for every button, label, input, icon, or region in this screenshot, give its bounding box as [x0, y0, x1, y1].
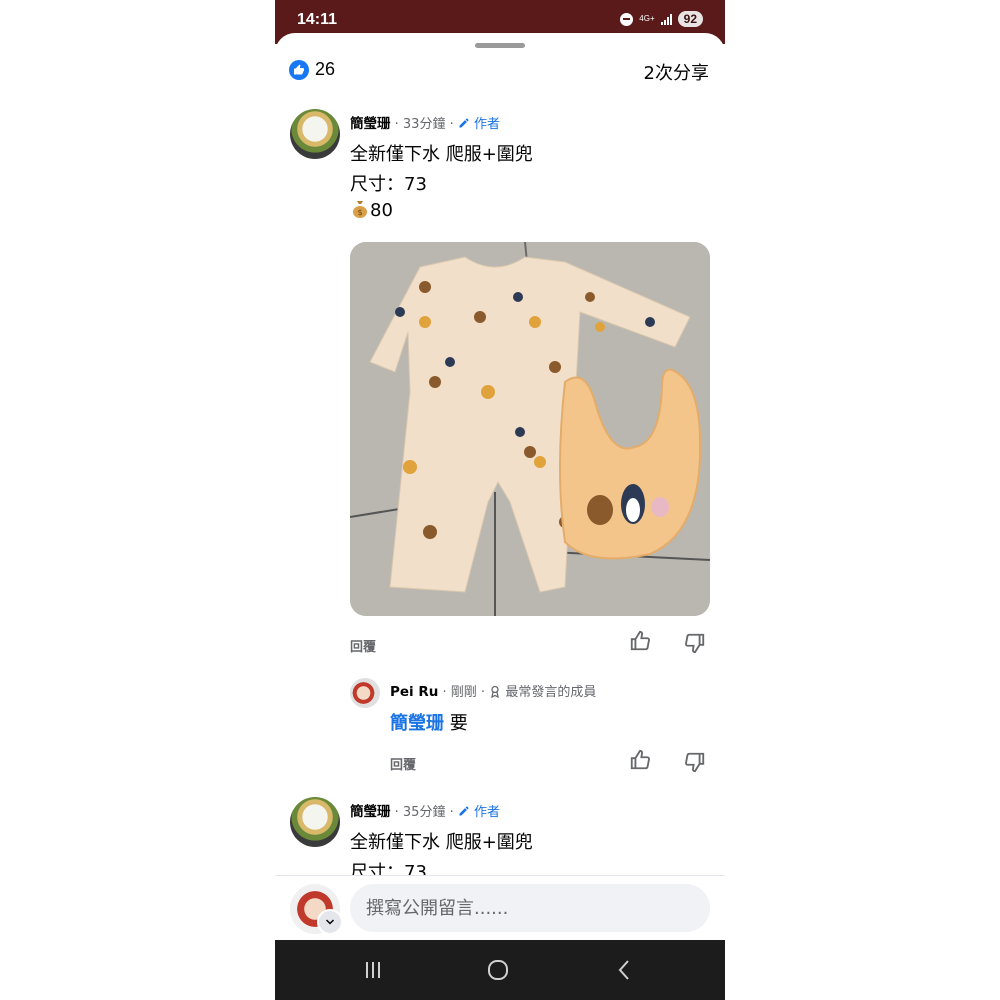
comment-time: · 35分鐘 ·: [394, 805, 454, 820]
battery-level: 92: [677, 11, 703, 27]
phone-screen: 14:11 4G+ 92 26 2次分享 簡瑩珊 · 33分鐘 · 作者 全新僅…: [275, 0, 725, 1000]
system-nav-bar: [275, 940, 725, 1000]
comment-text: 全新僅下水 爬服+圍兜 尺寸：73: [350, 830, 533, 875]
comment-meta: 簡瑩珊 · 35分鐘 · 作者: [350, 800, 500, 820]
pencil-icon: [459, 806, 469, 816]
comment-line: 尺寸：73: [350, 862, 427, 875]
back-icon[interactable]: [613, 958, 637, 982]
do-not-disturb-icon: [620, 12, 634, 26]
comment-composer: [275, 875, 725, 941]
home-icon[interactable]: [486, 958, 510, 982]
status-time: 14:11: [297, 11, 338, 28]
author-badge-label: 作者: [474, 805, 501, 820]
comment-item: 簡瑩珊 · 35分鐘 · 作者 全新僅下水 爬服+圍兜 尺寸：73: [275, 33, 725, 875]
avatar[interactable]: [290, 797, 340, 847]
comments-sheet: 26 2次分享 簡瑩珊 · 33分鐘 · 作者 全新僅下水 爬服+圍兜 尺寸：7…: [275, 33, 725, 940]
comment-author[interactable]: 簡瑩珊: [350, 804, 391, 820]
comment-input[interactable]: [350, 884, 710, 932]
chevron-down-icon[interactable]: [317, 909, 343, 935]
signal-icon: [660, 13, 672, 25]
author-badge: 作者: [458, 805, 500, 820]
comment-line: 全新僅下水 爬服+圍兜: [350, 832, 533, 853]
recent-apps-icon[interactable]: [361, 958, 385, 982]
status-icons: 4G+ 92: [620, 11, 703, 27]
network-type: 4G+: [639, 14, 655, 23]
